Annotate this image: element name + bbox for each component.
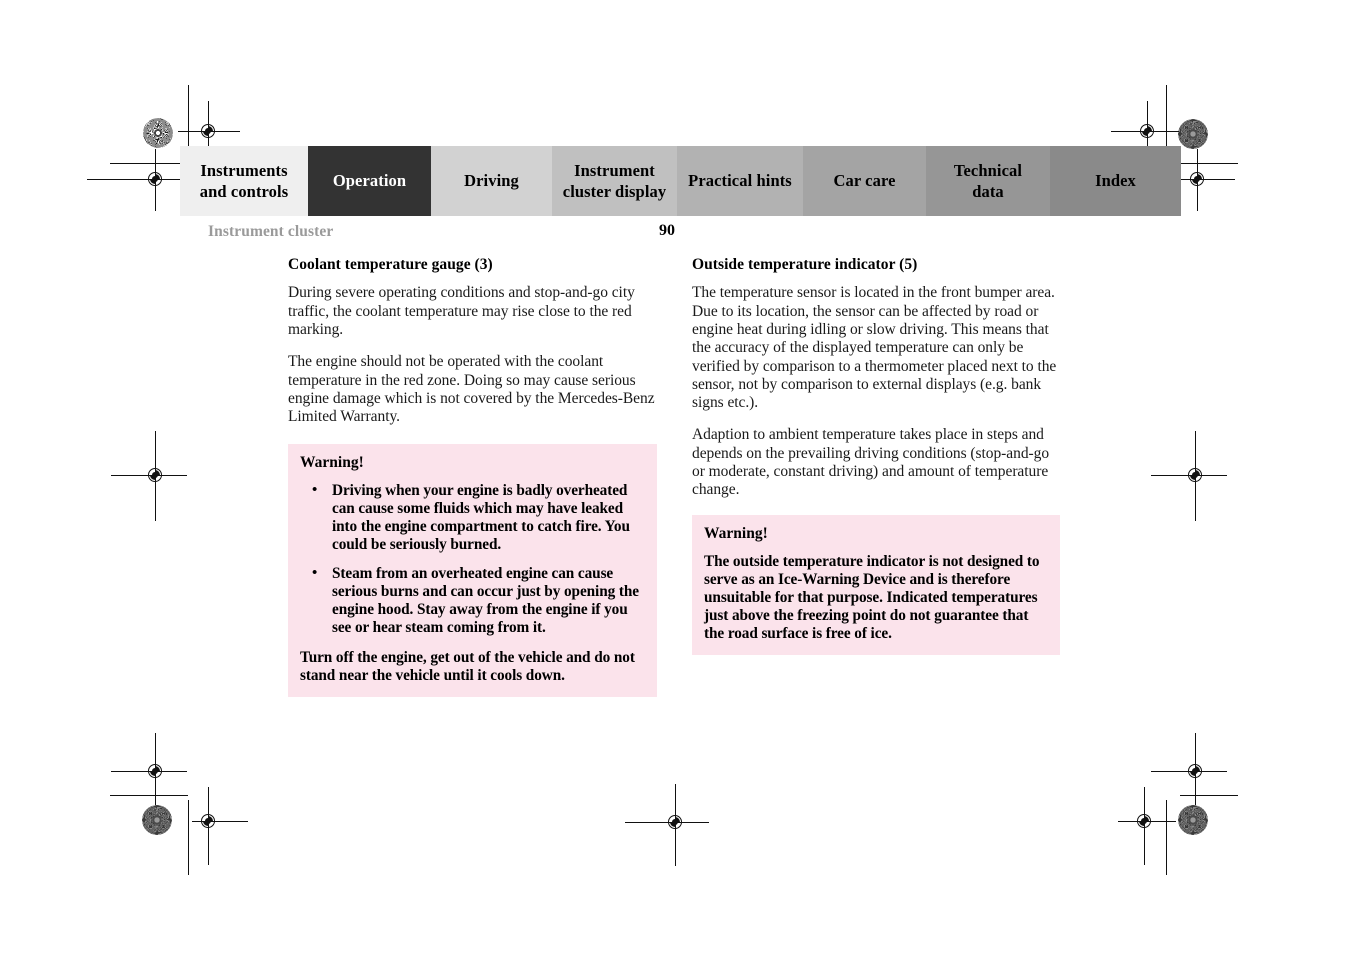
registration-rosette-bottom-left <box>142 805 172 835</box>
warning-bullet-item: • Driving when your engine is badly over… <box>300 482 645 554</box>
tab-driving[interactable]: Driving <box>431 146 552 216</box>
trim-line-horizontal-bottom-left <box>110 795 188 796</box>
registration-mark-middle-right <box>1151 431 1227 521</box>
warning-title: Warning! <box>300 454 364 471</box>
tab-label-line: Instruments <box>200 160 288 180</box>
trim-line-horizontal-top-left <box>110 163 188 164</box>
left-column: Coolant temperature gauge (3) During sev… <box>288 255 660 426</box>
warning-box-coolant: Warning! • Driving when your engine is b… <box>288 444 657 698</box>
registration-mark-top-right-lower <box>1167 149 1235 211</box>
tab-instrument-cluster-display[interactable]: Instrument cluster display <box>552 146 677 216</box>
registration-mark-bottom-center <box>625 784 709 866</box>
paragraph: The engine should not be operated with t… <box>288 353 655 426</box>
page-number: 90 <box>659 222 675 239</box>
trim-line-horizontal-bottom-right <box>1180 795 1238 796</box>
tab-label-line: Technical <box>953 160 1023 180</box>
tab-label-line: data <box>972 182 1004 201</box>
chapter-tab-bar: Instruments and controls Operation Drivin… <box>180 146 1181 216</box>
paragraph: Adaption to ambient temperature takes pl… <box>692 426 1050 499</box>
right-column: Outside temperature indicator (5) The te… <box>692 255 1064 499</box>
tab-label-line: Car care <box>833 171 896 191</box>
tab-label-line: and controls <box>199 182 289 201</box>
tab-label-line: Operation <box>332 171 407 191</box>
registration-mark-top-left-lower <box>87 149 187 211</box>
warning-body-text: The outside temperature indicator is not… <box>704 552 1040 642</box>
bullet-icon: • <box>312 564 318 581</box>
warning-bullet-text: Steam from an overheated engine can caus… <box>332 564 639 636</box>
tab-index[interactable]: Index <box>1050 146 1181 216</box>
trim-line-vertical-bottom-left <box>188 800 189 875</box>
warning-bullet-item: • Steam from an overheated engine can ca… <box>300 565 645 637</box>
trim-line-horizontal-top-right <box>1180 163 1238 164</box>
section-heading-coolant-temperature-gauge: Coolant temperature gauge (3) <box>288 256 493 273</box>
tab-car-care[interactable]: Car care <box>803 146 926 216</box>
warning-bullet-list: • Driving when your engine is badly over… <box>300 482 645 637</box>
tab-practical-hints[interactable]: Practical hints <box>677 146 803 216</box>
registration-mark-bottom-left-upper <box>111 733 187 813</box>
warning-bullet-text: Driving when your engine is badly overhe… <box>332 481 630 553</box>
registration-mark-bottom-left-lower <box>192 787 248 865</box>
tab-label-line: Index <box>1095 171 1136 191</box>
registration-rosette-bottom-right <box>1178 805 1208 835</box>
manual-page: Instruments and controls Operation Drivin… <box>0 0 1351 954</box>
tab-label-line: Practical hints <box>688 171 792 191</box>
tab-technical-data[interactable]: Technical data <box>926 146 1050 216</box>
running-head: Instrument cluster <box>208 223 334 240</box>
trim-line-vertical-middle-left <box>155 440 156 520</box>
registration-mark-top-right-upper <box>1111 101 1179 163</box>
warning-title: Warning! <box>704 525 768 542</box>
tab-operation[interactable]: Operation <box>308 146 431 216</box>
trim-line-vertical-middle-right <box>1195 440 1196 520</box>
registration-rosette-top-left <box>143 118 173 148</box>
section-heading-outside-temperature-indicator: Outside temperature indicator (5) <box>692 256 918 273</box>
tab-instruments-and-controls[interactable]: Instruments and controls <box>180 146 308 216</box>
bullet-icon: • <box>312 481 318 498</box>
registration-mark-bottom-right-lower <box>1118 787 1176 865</box>
trim-line-vertical-bottom-right <box>1166 800 1167 875</box>
tab-label-line: Instrument <box>574 160 655 180</box>
paragraph: The temperature sensor is located in the… <box>692 284 1057 412</box>
paragraph: During severe operating conditions and s… <box>288 284 635 338</box>
tab-label-line: Driving <box>464 171 519 191</box>
warning-box-outside-temperature: Warning! The outside temperature indicat… <box>692 515 1060 655</box>
registration-mark-middle-left <box>111 431 187 521</box>
registration-mark-top-left-upper <box>178 101 240 163</box>
tab-label-line: cluster display <box>562 182 667 201</box>
registration-mark-bottom-right-upper <box>1151 733 1227 813</box>
warning-closing-text: Turn off the engine, get out of the vehi… <box>300 648 635 685</box>
registration-rosette-top-right <box>1178 119 1208 149</box>
